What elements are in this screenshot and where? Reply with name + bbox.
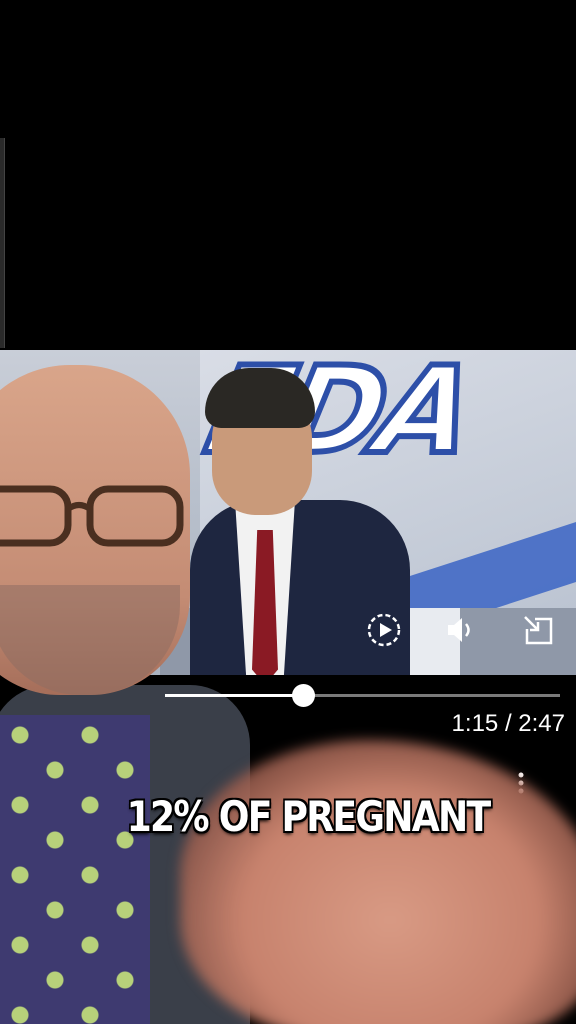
current-time: 1:15 [451, 710, 499, 737]
timecode: 1:15 / 2:47 [420, 710, 565, 740]
time-separator: / [504, 710, 512, 737]
screen: FDA 1:15 / 2:47 12% OF PREGNANT [0, 0, 576, 1024]
progress-bar[interactable] [165, 684, 560, 707]
edge-handle[interactable] [0, 138, 5, 348]
blurred-hand [180, 740, 576, 1024]
duration: 2:47 [518, 710, 565, 737]
volume-icon[interactable] [443, 612, 479, 648]
presenter-shirt-print [0, 715, 150, 1024]
progress-fill [165, 694, 304, 697]
replay-icon[interactable] [364, 610, 404, 650]
picture-in-picture-icon[interactable] [520, 612, 556, 648]
progress-knob[interactable] [292, 684, 316, 707]
caption-text: 12% OF PREGNANT [126, 792, 492, 841]
presenter-glasses [0, 485, 184, 547]
